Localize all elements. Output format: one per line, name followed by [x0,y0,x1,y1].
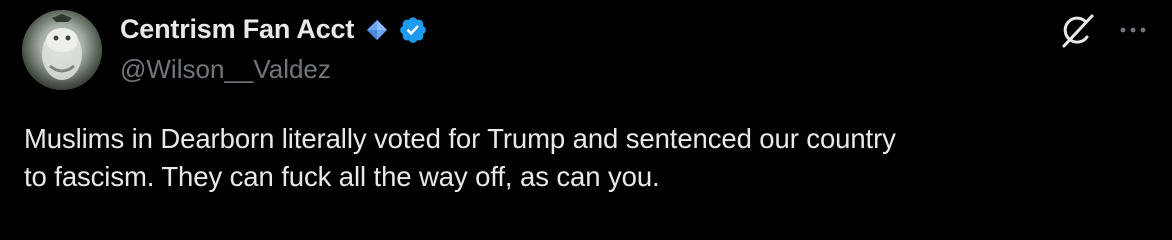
tweet-text: Muslims in Dearborn literally voted for … [24,120,1154,196]
verified-badge-icon[interactable] [398,15,428,45]
author-handle[interactable]: @Wilson__Valdez [120,54,331,85]
grok-icon[interactable] [1058,12,1096,50]
author-name-row: Centrism Fan Acct [120,14,428,45]
avatar-image [22,10,102,90]
author-display-name[interactable]: Centrism Fan Acct [120,14,354,45]
tweet-text-line: Muslims in Dearborn literally voted for … [24,123,896,154]
tweet[interactable]: Centrism Fan Acct @Wilson__Valdez Muslim… [0,0,1172,240]
tweet-header: Centrism Fan Acct @Wilson__Valdez [120,8,1172,88]
tweet-text-line: to fascism. They can fuck all the way of… [24,161,660,192]
diamond-icon [366,19,388,41]
more-options-icon[interactable] [1116,18,1150,42]
avatar[interactable] [22,10,102,90]
